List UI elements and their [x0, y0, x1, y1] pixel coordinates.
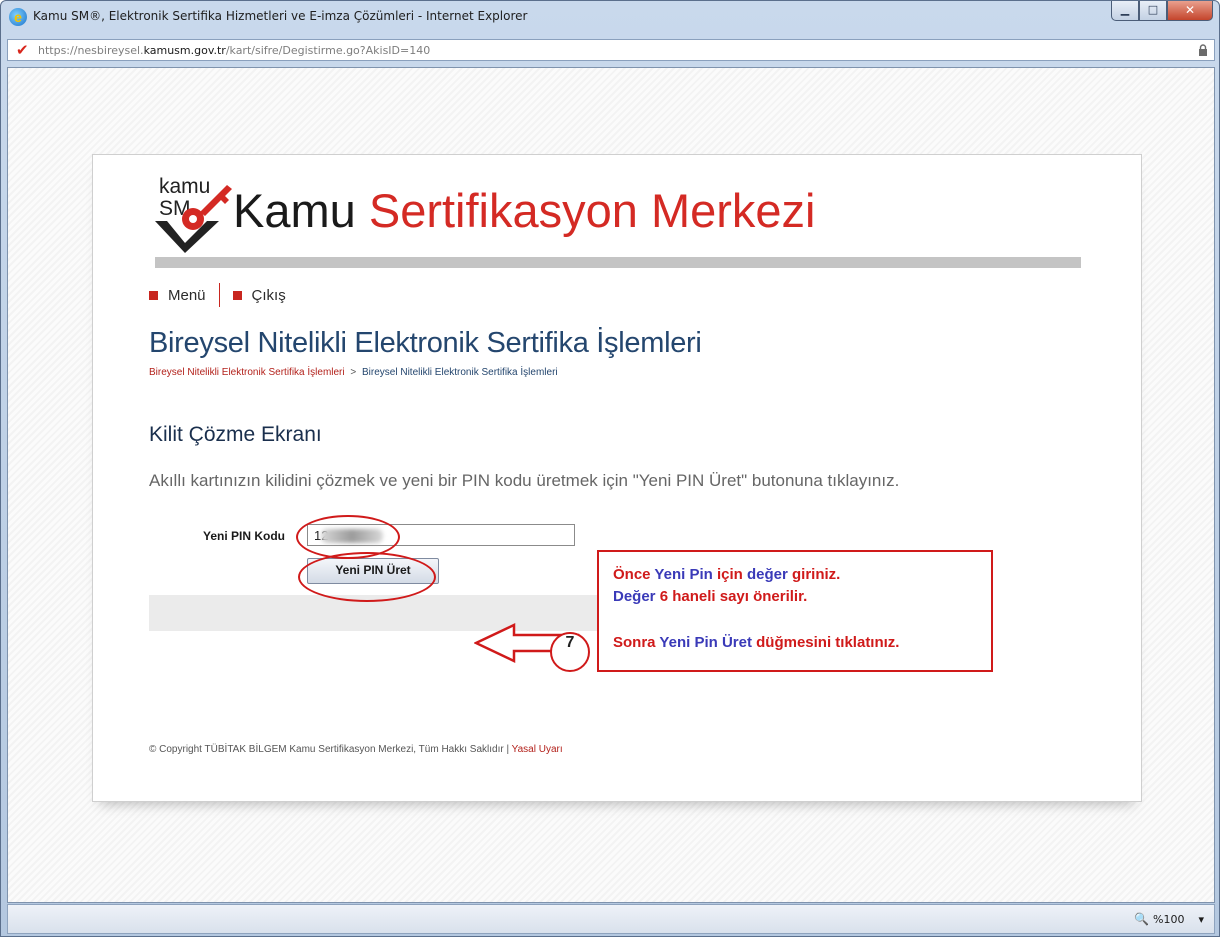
callout-word: düğmesini tıklatınız. [756, 634, 900, 651]
address-bar[interactable]: ✔ https://nesbireysel.kamusm.gov.tr/kart… [7, 39, 1215, 61]
bullet-square-icon [232, 290, 242, 300]
callout-word: değer [746, 566, 788, 583]
callout-word: Yeni Pin [654, 566, 713, 583]
callout-word: için [716, 566, 743, 583]
maximize-button[interactable]: □ [1139, 1, 1167, 21]
callout-word: Yeni Pin Üret [659, 634, 752, 651]
bullet-square-icon [149, 290, 158, 300]
breadcrumb-current: Bireysel Nitelikli Elektronik Sertifika … [362, 367, 558, 378]
callout-line-1: Önce Yeni Pin için değer giriniz. [613, 566, 840, 583]
logo-word-kamu: Kamu [233, 184, 356, 237]
nav-menu-label: Menü [168, 286, 206, 304]
logo-title: Kamu Sertifikasyon Merkezi [233, 185, 815, 237]
url-scheme: https:// [38, 44, 78, 57]
logo-word-merkez: Sertifikasyon Merkezi [368, 184, 816, 237]
callout-word: Önce [613, 566, 651, 583]
instruction-callout: Önce Yeni Pin için değer giriniz. Değer … [597, 550, 993, 672]
nav-logout-label: Çıkış [251, 286, 286, 304]
url-domain: kamusm.gov.tr [143, 44, 226, 57]
close-button[interactable]: ✕ [1167, 1, 1213, 21]
minimize-button[interactable]: ▁ [1111, 1, 1139, 21]
breadcrumb-link[interactable]: Bireysel Nitelikli Elektronik Sertifika … [149, 367, 345, 378]
zoom-level: %100 [1153, 912, 1185, 926]
zoom-control[interactable]: 🔍 %100 ▾ [1134, 912, 1204, 926]
copyright-text: © Copyright TÜBİTAK BİLGEM Kamu Sertifik… [149, 744, 512, 755]
url-path: /kart/sifre/Degistirme.go?AkisID=140 [225, 44, 431, 57]
callout-word: Değer [613, 588, 656, 605]
breadcrumb: Bireysel Nitelikli Elektronik Sertifika … [149, 367, 558, 378]
instruction-text: Akıllı kartınızın kilidini çözmek ve yen… [149, 471, 900, 490]
status-bar: 🔍 %100 ▾ [7, 904, 1215, 934]
page-container: kamu SM Kamu Sertifikasyon Merkezi Menü [92, 154, 1142, 802]
callout-line-3: Sonra Yeni Pin Üret düğmesini tıklatınız… [613, 634, 899, 651]
url-host-prefix: nesbireysel. [77, 44, 144, 57]
page-footer: © Copyright TÜBİTAK BİLGEM Kamu Sertifik… [149, 744, 563, 755]
header-divider [155, 257, 1081, 268]
breadcrumb-separator: > [350, 367, 357, 378]
lock-icon[interactable] [1198, 44, 1208, 56]
browser-window: e Kamu SM®, Elektronik Sertifika Hizmetl… [0, 0, 1220, 937]
callout-word: giriniz. [792, 566, 841, 583]
nav-logout[interactable]: Çıkış [232, 286, 286, 304]
section-title: Kilit Çözme Ekranı [149, 423, 322, 446]
button-highlight-ring [298, 552, 436, 602]
callout-word: haneli sayı önerilir. [672, 588, 808, 605]
page-title: Bireysel Nitelikli Elektronik Sertifika … [149, 327, 702, 359]
pin-label: Yeni PIN Kodu [203, 529, 286, 543]
nav-menu[interactable]: Menü [149, 287, 206, 304]
internet-explorer-icon: e [9, 8, 27, 26]
callout-word: 6 [659, 588, 669, 605]
title-bar: e Kamu SM®, Elektronik Sertifika Hizmetl… [1, 1, 1219, 33]
nav-divider [218, 283, 220, 307]
zoom-icon: 🔍 [1134, 912, 1150, 926]
callout-line-2: Değer 6 haneli sayı önerilir. [613, 588, 807, 605]
key-shield-icon [155, 185, 232, 253]
certificate-error-icon[interactable]: ✔ [16, 42, 29, 58]
callout-word: Sonra [613, 634, 656, 651]
url-text[interactable]: https://nesbireysel.kamusm.gov.tr/kart/s… [38, 44, 430, 57]
zoom-readout: 🔍 %100 [1134, 912, 1184, 926]
legal-link[interactable]: Yasal Uyarı [512, 744, 563, 755]
page-viewport: kamu SM Kamu Sertifikasyon Merkezi Menü [7, 67, 1215, 903]
window-title: Kamu SM®, Elektronik Sertifika Hizmetler… [33, 9, 528, 23]
window-controls: ▁ □ ✕ [1111, 1, 1213, 23]
step-number-badge: 7 [550, 632, 590, 672]
main-nav: Menü Çıkış [149, 283, 286, 307]
zoom-dropdown-icon[interactable]: ▾ [1198, 913, 1204, 926]
